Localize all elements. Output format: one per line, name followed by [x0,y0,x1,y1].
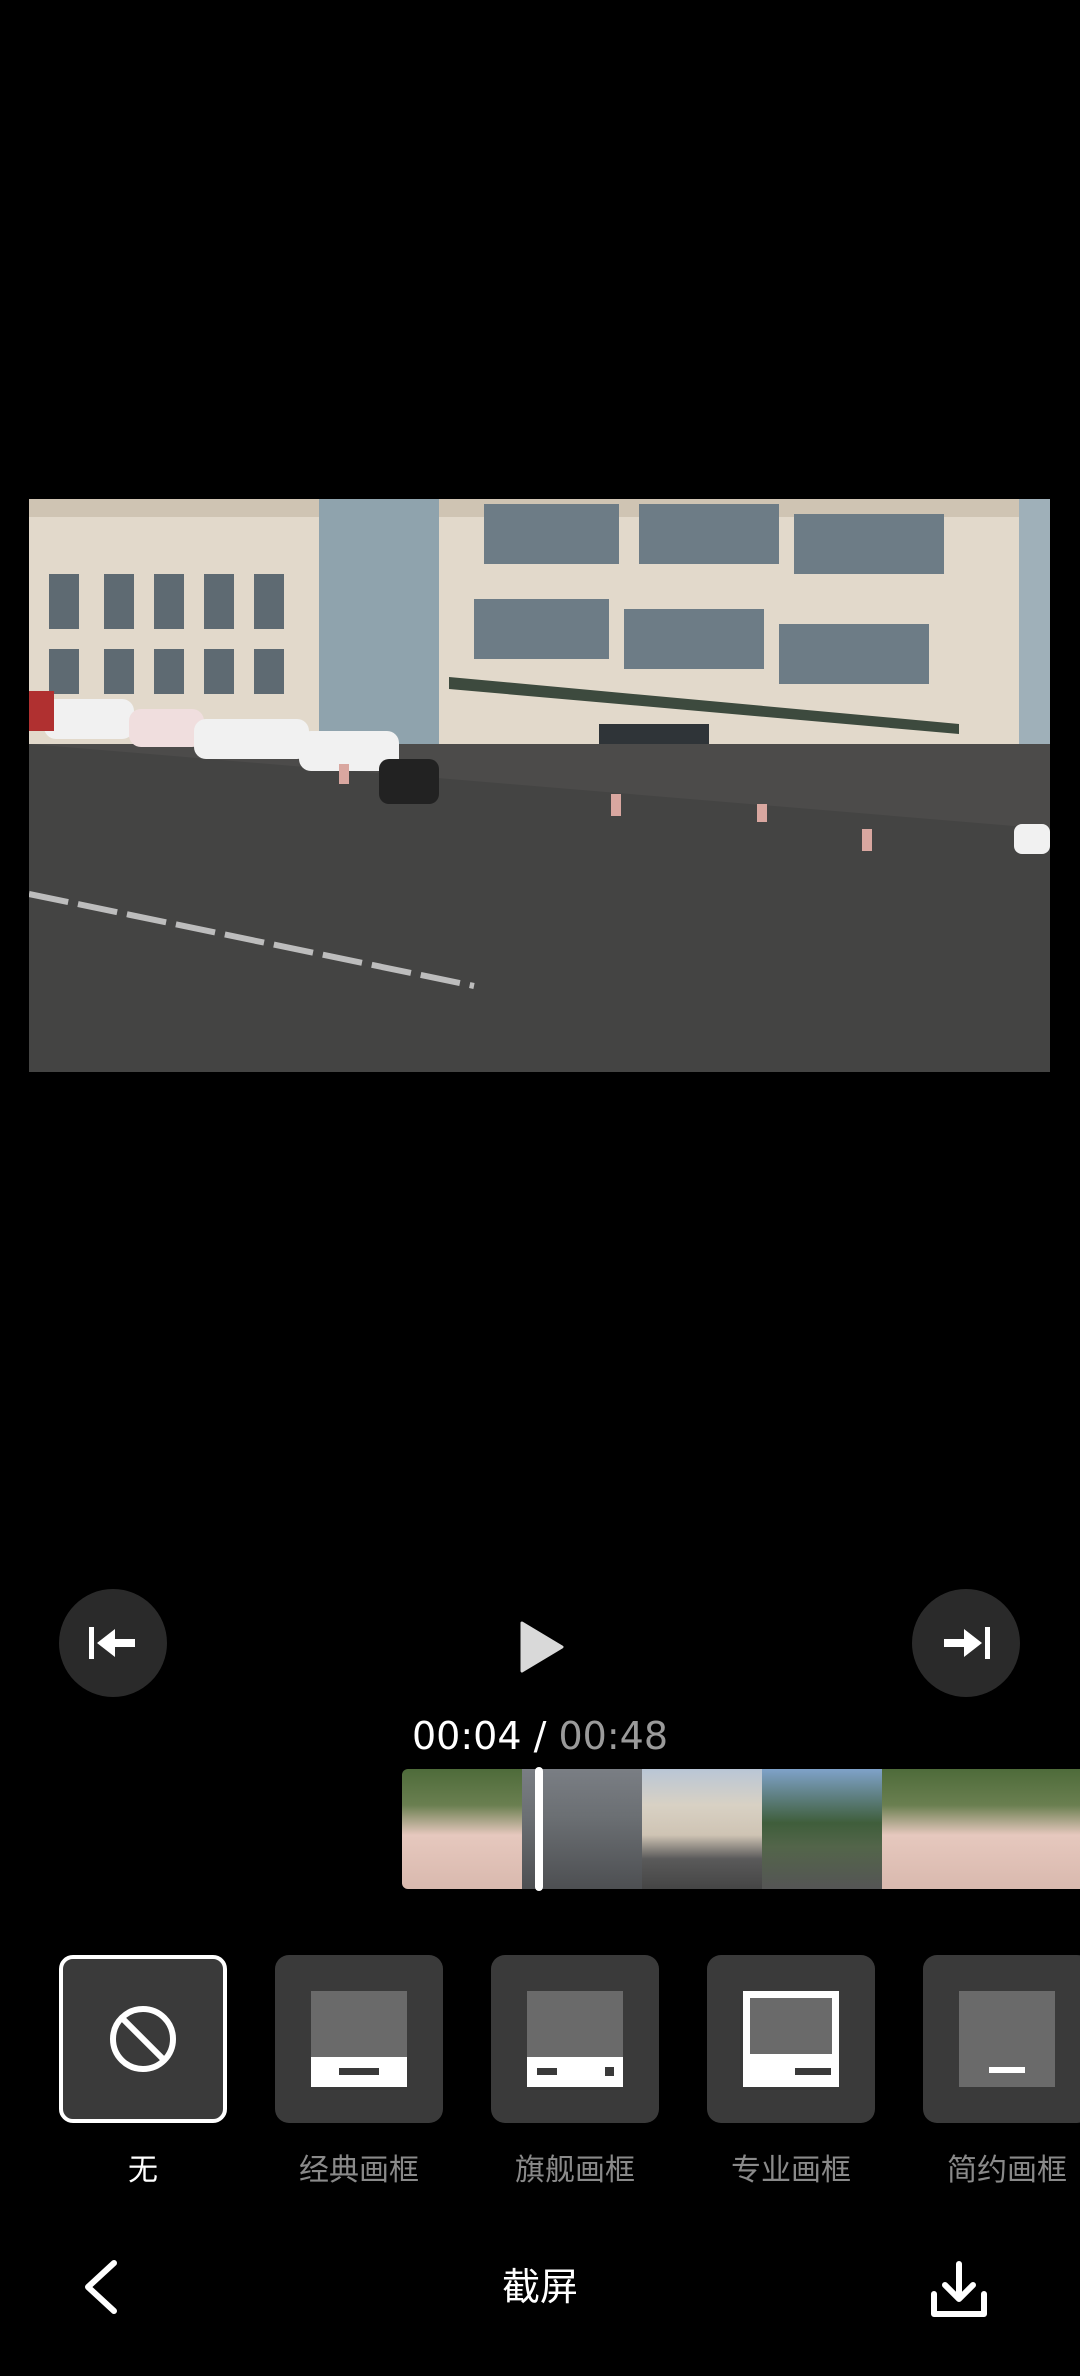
time-separator: / [521,1714,559,1758]
timeline-thumbnail [762,1769,882,1889]
frame-option-professional[interactable] [707,1955,875,2123]
play-icon [520,1621,564,1673]
minimal-frame-icon [959,1991,1055,2087]
timeline-thumbnail [882,1769,1002,1889]
timeline-thumbnail [1002,1769,1080,1889]
current-time: 00:04 [412,1714,522,1758]
flagship-frame-icon [527,1991,623,2087]
timeline-thumbnail [402,1769,522,1889]
time-readout: 00:04 / 00:48 [0,1712,1080,1760]
prohibit-icon [110,2006,176,2072]
total-time: 00:48 [558,1714,668,1758]
download-button[interactable] [924,2255,994,2325]
jump-end-icon [944,1627,990,1659]
jump-start-icon [89,1627,135,1659]
frame-label-professional: 专业画框 [731,2153,851,2188]
timeline-filmstrip[interactable] [402,1769,1080,1889]
video-frame-image [29,499,1050,1072]
frame-option-minimal[interactable] [923,1955,1080,2123]
frame-label-flagship: 旗舰画框 [515,2153,635,2188]
frame-label-none: 无 [128,2153,158,2188]
page-title: 截屏 [501,2265,578,2309]
video-preview[interactable] [29,499,1050,1072]
classic-frame-icon [311,1991,407,2087]
jump-to-end-button[interactable] [912,1589,1020,1697]
timeline-thumbnail [642,1769,762,1889]
play-button[interactable] [509,1615,573,1679]
frame-label-classic: 经典画框 [299,2153,419,2188]
frame-option-flagship[interactable] [491,1955,659,2123]
download-icon [931,2261,987,2317]
timeline-playhead[interactable] [535,1767,543,1891]
frame-option-classic[interactable] [275,1955,443,2123]
professional-frame-icon [743,1991,839,2087]
frame-option-none[interactable] [59,1955,227,2123]
jump-to-start-button[interactable] [59,1589,167,1697]
frame-label-minimal: 简约画框 [947,2153,1067,2188]
